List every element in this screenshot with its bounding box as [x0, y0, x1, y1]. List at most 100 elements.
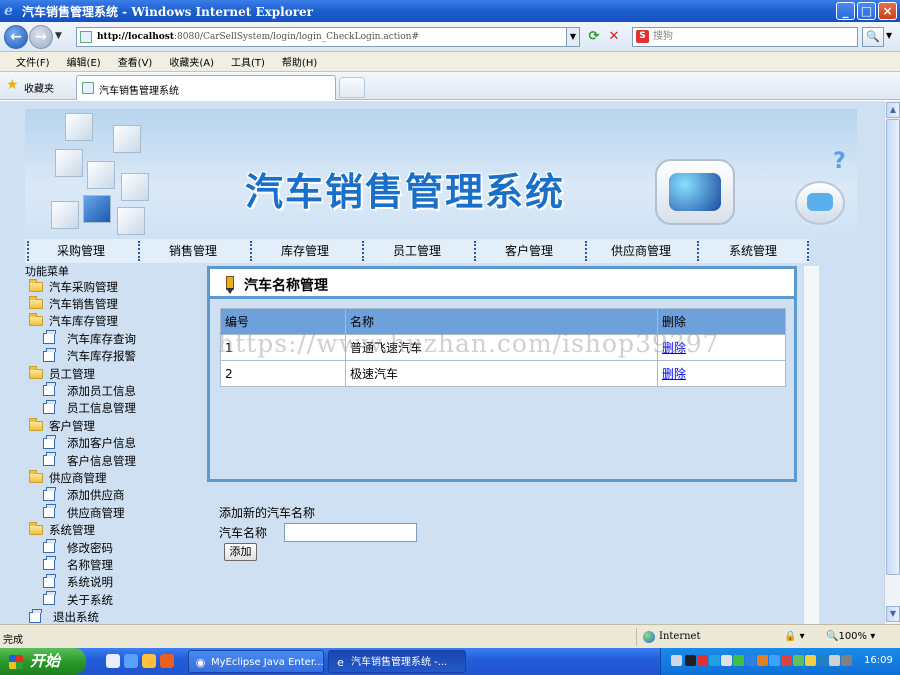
minimize-button[interactable]: _	[836, 2, 855, 20]
tray-app-icon[interactable]	[745, 655, 756, 666]
menu-edit[interactable]: 编辑(E)	[67, 54, 101, 69]
scroll-up-icon[interactable]: ▲	[886, 102, 900, 118]
page-icon	[29, 608, 42, 623]
quicklaunch-firefox-icon[interactable]	[160, 654, 174, 668]
tray-app-icon[interactable]	[709, 655, 720, 666]
cube-decoration	[113, 125, 141, 153]
page-viewport: 汽车销售管理系统 ? 采购管理 销售管理 库存管理 员工管理 客户管理 供应商管…	[0, 101, 884, 624]
quicklaunch-ie-icon[interactable]	[124, 654, 138, 668]
history-dropdown-icon[interactable]: ▼	[55, 31, 62, 41]
tree-item[interactable]: 汽车库存查询	[43, 330, 136, 347]
tree-item[interactable]: 汽车销售管理	[29, 295, 118, 312]
menu-file[interactable]: 文件(F)	[16, 54, 50, 69]
tray-app-icon[interactable]	[697, 655, 708, 666]
security-zone[interactable]: Internet	[636, 628, 776, 646]
tray-app-icon[interactable]	[721, 655, 732, 666]
nav-employees[interactable]: 员工管理	[361, 239, 473, 263]
tree-item[interactable]: 客户信息管理	[43, 452, 136, 469]
refresh-icon[interactable]: ⟳	[586, 29, 602, 45]
tree-item[interactable]: 系统管理	[29, 522, 95, 539]
cube-decoration	[121, 173, 149, 201]
search-input[interactable]: 搜狗	[632, 27, 858, 47]
tree-item-label: 汽车库存查询	[67, 331, 136, 346]
menu-help[interactable]: 帮助(H)	[282, 54, 317, 69]
quicklaunch-folder-icon[interactable]	[142, 654, 156, 668]
address-dropdown-button[interactable]: ▼	[566, 28, 579, 46]
side-menu-title: 功能菜单	[25, 265, 69, 278]
delete-link[interactable]: 删除	[662, 367, 686, 381]
search-options-icon[interactable]: ▼	[886, 31, 892, 40]
tree-item[interactable]: 添加员工信息	[43, 382, 136, 399]
cube-decoration	[87, 161, 115, 189]
banner-title: 汽车销售管理系统	[245, 170, 566, 214]
taskbar-ie-button[interactable]: e 汽车销售管理系统 -...	[328, 650, 466, 673]
protected-mode-button[interactable]: 🔒 ▾	[784, 631, 805, 642]
tree-item[interactable]: 供应商管理	[43, 504, 125, 521]
nav-system[interactable]: 系统管理	[697, 239, 809, 263]
tree-item[interactable]: 添加供应商	[43, 486, 125, 504]
car-name-input[interactable]	[284, 523, 417, 542]
tree-item[interactable]: 供应商管理	[29, 469, 107, 486]
nav-purchase[interactable]: 采购管理	[25, 239, 137, 263]
tree-item[interactable]: 汽车库存管理	[29, 313, 118, 330]
search-icon[interactable]: 🔍	[862, 27, 884, 47]
close-button[interactable]: ×	[878, 2, 897, 20]
tree-item[interactable]: 关于系统	[43, 591, 113, 608]
nav-customers[interactable]: 客户管理	[473, 239, 585, 263]
tray-app-icon[interactable]	[733, 655, 744, 666]
back-button[interactable]: ←	[4, 25, 28, 49]
tree-item[interactable]: 退出系统	[29, 608, 99, 624]
menu-favorites[interactable]: 收藏夹(A)	[169, 54, 214, 69]
nav-suppliers[interactable]: 供应商管理	[585, 239, 697, 263]
frame-scrollbar[interactable]	[803, 266, 819, 624]
nav-sales[interactable]: 销售管理	[137, 239, 249, 263]
tree-item[interactable]: 员工管理	[29, 365, 95, 382]
tree-item[interactable]: 汽车库存报警	[43, 347, 136, 365]
delete-link[interactable]: 删除	[662, 341, 686, 355]
tray-app-icon[interactable]	[817, 655, 828, 666]
folder-icon	[29, 295, 43, 309]
stop-icon[interactable]: ✕	[606, 29, 622, 45]
tree-item[interactable]: 名称管理	[43, 556, 113, 573]
start-button[interactable]: 开始	[0, 648, 86, 675]
tray-app-icon[interactable]	[841, 655, 852, 666]
tray-keyboard-icon[interactable]	[671, 655, 682, 666]
tree-item-label: 系统管理	[49, 523, 95, 538]
tree-item[interactable]: 员工信息管理	[43, 399, 136, 417]
nav-inventory[interactable]: 库存管理	[249, 239, 361, 263]
add-button[interactable]: 添加	[224, 543, 257, 561]
tree-item[interactable]: 客户管理	[29, 417, 95, 434]
page-icon	[43, 382, 56, 397]
folder-open-icon	[29, 469, 43, 483]
tray-app-icon[interactable]	[769, 655, 780, 666]
browser-tab[interactable]: 汽车销售管理系统	[76, 75, 336, 100]
address-input[interactable]: http://localhost:8080/CarSellSystem/logi…	[76, 27, 580, 47]
forward-button[interactable]: →	[29, 25, 53, 49]
tree-item[interactable]: 系统说明	[43, 573, 113, 591]
page-scrollbar[interactable]: ▲ ▼	[884, 101, 900, 624]
maximize-button[interactable]: □	[857, 2, 876, 20]
tree-item[interactable]: 修改密码	[43, 539, 113, 556]
tray-app-icon[interactable]	[781, 655, 792, 666]
scroll-thumb[interactable]	[886, 119, 900, 575]
cube-decoration	[117, 207, 145, 235]
favorites-button[interactable]: 收藏夹	[24, 80, 54, 95]
zoom-button[interactable]: 🔍100% ▾	[826, 631, 875, 642]
taskbar-myeclipse-button[interactable]: ◉ MyEclipse Java Enter...	[188, 650, 324, 673]
page-icon	[43, 452, 56, 466]
tray-app-icon[interactable]	[757, 655, 768, 666]
tree-item[interactable]: 添加客户信息	[43, 434, 136, 452]
tray-app-icon[interactable]	[685, 655, 696, 666]
tray-app-icon[interactable]	[805, 655, 816, 666]
tray-app-icon[interactable]	[829, 655, 840, 666]
menu-view[interactable]: 查看(V)	[118, 54, 153, 69]
tree-item-label: 添加供应商	[67, 488, 125, 503]
favorites-star-icon[interactable]: ★	[6, 78, 19, 92]
tree-item[interactable]: 汽车采购管理	[29, 278, 118, 295]
window-title-bar[interactable]: e 汽车销售管理系统 - Windows Internet Explorer _…	[0, 0, 900, 22]
new-tab-button[interactable]	[339, 77, 365, 98]
scroll-down-icon[interactable]: ▼	[886, 606, 900, 622]
quicklaunch-desktop-icon[interactable]	[106, 654, 120, 668]
menu-tools[interactable]: 工具(T)	[231, 54, 265, 69]
tray-app-icon[interactable]	[793, 655, 804, 666]
